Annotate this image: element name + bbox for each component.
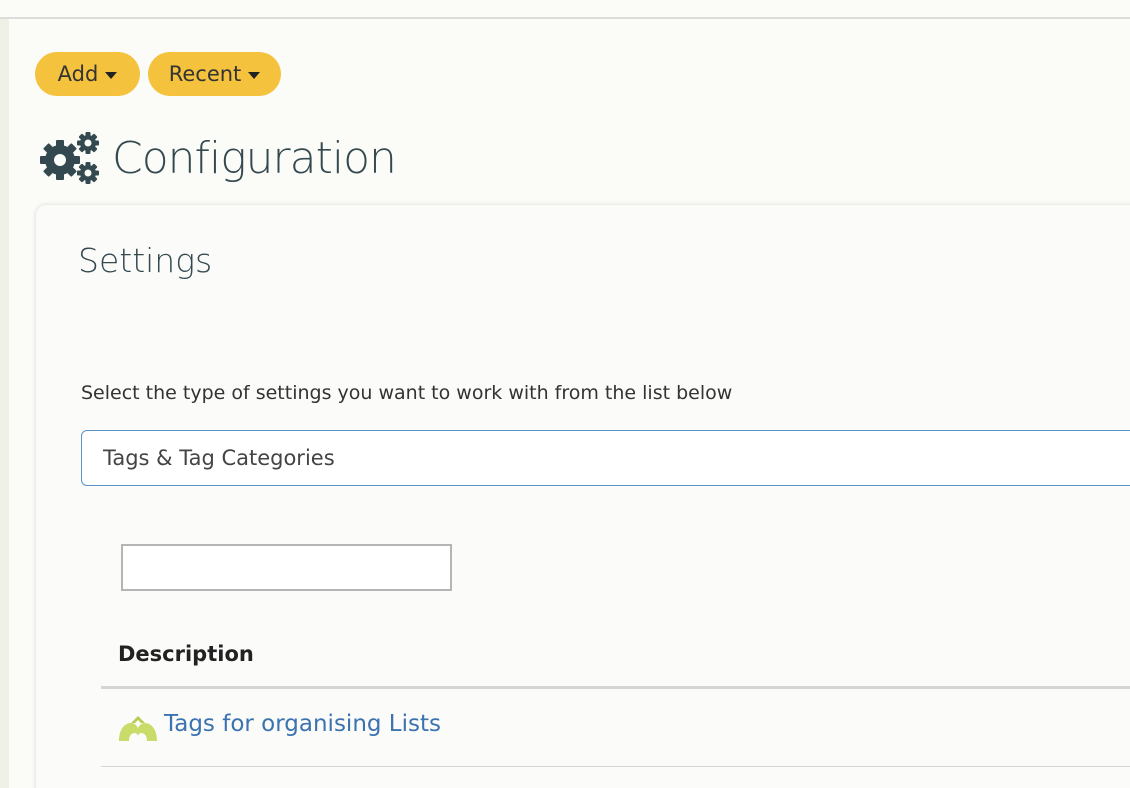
page-title: Configuration [112,132,397,184]
settings-heading: Settings [78,241,213,280]
gears-icon [40,132,99,184]
recent-button-label: Recent [168,62,242,86]
filter-input[interactable] [121,544,452,591]
caret-down-icon [105,71,118,79]
left-edge-strip [0,0,9,788]
table-row: Tags for organising Lists [101,689,1130,767]
tag-category-link[interactable]: Tags for organising Lists [164,711,441,737]
top-bar [0,0,1130,19]
page-header: Configuration [38,128,397,188]
add-dropdown-button[interactable]: Add [35,52,140,96]
column-header-description: Description [118,642,254,666]
settings-type-select[interactable]: Tags & Tag Categories [81,430,1130,486]
caret-down-icon [248,71,261,79]
add-button-label: Add [57,62,99,86]
settings-panel: Settings Select the type of settings you… [36,205,1130,788]
tag-category-icon [119,716,157,741]
recent-dropdown-button[interactable]: Recent [148,52,281,96]
settings-type-selected-value: Tags & Tag Categories [103,446,335,470]
settings-instruction: Select the type of settings you want to … [81,382,733,404]
